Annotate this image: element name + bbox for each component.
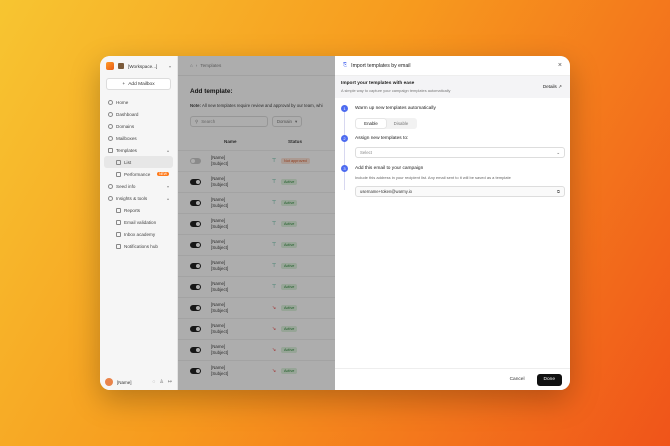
- sidebar-item-mailboxes[interactable]: Mailboxes: [100, 132, 177, 144]
- sidebar-item-label: Notifications hub: [124, 243, 158, 249]
- sidebar-item-reports[interactable]: Reports: [100, 204, 177, 216]
- import-subtitle: A simple way to capture your campaign te…: [341, 88, 451, 93]
- user-name: [Name]: [117, 379, 132, 385]
- workspace-switcher[interactable]: [Workspace...] ▾: [100, 56, 177, 76]
- modal-title: Import templates by email: [351, 62, 411, 69]
- bell-icon: [116, 243, 121, 249]
- cancel-button[interactable]: Cancel: [504, 374, 531, 385]
- avatar[interactable]: [105, 378, 113, 386]
- logout-icon[interactable]: ↦: [168, 379, 172, 385]
- plus-icon: +: [122, 81, 126, 87]
- user-icon[interactable]: ♙: [159, 379, 163, 385]
- dashboard-icon: [108, 111, 113, 117]
- copy-icon[interactable]: ⧉: [557, 189, 560, 194]
- sidebar-item-label: Seed info: [116, 183, 136, 189]
- close-icon[interactable]: ×: [558, 62, 562, 69]
- new-badge: NEW: [157, 172, 169, 176]
- app-logo: [106, 62, 114, 70]
- sidebar-item-label: Domains: [116, 123, 135, 129]
- sidebar-item-home[interactable]: Home: [100, 96, 177, 108]
- globe-icon: [108, 123, 113, 129]
- sidebar-item-seed-info[interactable]: Seed info ▾: [100, 180, 177, 192]
- chevron-down-icon: ⌄: [556, 149, 560, 155]
- import-icon: ⎘: [343, 62, 348, 68]
- step-3-title: Add this email to your campaign: [355, 166, 424, 171]
- disable-option[interactable]: Disable: [386, 119, 416, 128]
- step-3-description: Include this address in your recipient l…: [355, 175, 511, 180]
- add-mailbox-label: Add Mailbox: [128, 81, 155, 87]
- user-bar: [Name] ◌ ♙ ↦: [105, 378, 172, 386]
- sidebar-item-label: Insights & tools: [116, 195, 148, 201]
- check-icon: [116, 219, 121, 225]
- sidebar: [Workspace...] ▾ + Add Mailbox Home Dash…: [100, 56, 178, 390]
- campaign-email-value: username+token@warmy.io: [360, 189, 413, 194]
- workspace-icon: [118, 63, 124, 69]
- sidebar-item-domains[interactable]: Domains: [100, 120, 177, 132]
- sidebar-item-inbox-academy[interactable]: Inbox academy: [100, 228, 177, 240]
- chart-icon: [116, 171, 121, 177]
- sidebar-item-performance[interactable]: Performance NEW: [100, 168, 177, 180]
- enable-option[interactable]: Enable: [356, 119, 386, 128]
- campaign-email-field[interactable]: username+token@warmy.io ⧉: [355, 186, 565, 197]
- assign-select[interactable]: Select ⌄: [355, 147, 565, 158]
- sidebar-item-insights[interactable]: Insights & tools ▴: [100, 192, 177, 204]
- import-templates-modal: ⎘ Import templates by email × Import you…: [335, 56, 570, 390]
- sidebar-item-label: Mailboxes: [116, 135, 137, 141]
- step-2-title: Assign new templates to:: [355, 136, 409, 141]
- sidebar-item-templates[interactable]: Templates ▴: [100, 144, 177, 156]
- chevron-up-icon: ▴: [166, 147, 169, 153]
- seed-icon: [108, 183, 113, 189]
- sidebar-item-label: Dashboard: [116, 111, 139, 117]
- sidebar-item-email-validation[interactable]: Email validation: [100, 216, 177, 228]
- import-title: Import your templates with ease: [341, 81, 415, 86]
- sidebar-item-list[interactable]: List: [104, 156, 173, 168]
- sidebar-item-label: Inbox academy: [124, 231, 156, 237]
- sidebar-item-dashboard[interactable]: Dashboard: [100, 108, 177, 120]
- academy-icon: [116, 231, 121, 237]
- sidebar-item-label: List: [124, 159, 132, 165]
- select-placeholder: Select: [360, 150, 372, 155]
- warmup-toggle: Enable Disable: [355, 118, 417, 129]
- modal-footer: Cancel Done: [335, 368, 570, 390]
- chevron-up-icon: ▴: [166, 195, 169, 201]
- workspace-name: [Workspace...]: [128, 63, 158, 69]
- sidebar-item-label: Reports: [124, 207, 141, 213]
- sidebar-item-label: Templates: [116, 147, 137, 153]
- app-window: [Workspace...] ▾ + Add Mailbox Home Dash…: [100, 56, 570, 390]
- details-label: Details: [542, 84, 557, 89]
- home-icon: [108, 99, 113, 105]
- templates-icon: [108, 147, 113, 153]
- chevron-down-icon: ▾: [166, 183, 169, 189]
- modal-header: ⎘ Import templates by email ×: [335, 56, 570, 76]
- sidebar-item-notifications-hub[interactable]: Notifications hub: [100, 240, 177, 252]
- steps-connector: [344, 110, 345, 190]
- list-icon: [116, 159, 121, 165]
- chat-icon[interactable]: ◌: [152, 379, 155, 385]
- step-2-marker: 2: [341, 135, 348, 142]
- insights-icon: [108, 195, 113, 201]
- step-3-marker: 3: [341, 165, 348, 172]
- step-1-marker: 1: [341, 105, 348, 112]
- import-info-banner: Import your templates with ease A simple…: [335, 76, 570, 98]
- external-link-icon: ↗: [558, 84, 562, 89]
- sidebar-item-label: Email validation: [124, 219, 157, 225]
- details-link[interactable]: Details ↗: [543, 84, 562, 90]
- done-button[interactable]: Done: [536, 373, 562, 386]
- chevron-down-icon: ▾: [168, 63, 171, 69]
- sidebar-item-label: Home: [116, 99, 129, 105]
- step-1-title: Warm up new templates automatically: [355, 106, 436, 111]
- report-icon: [116, 207, 121, 213]
- add-mailbox-button[interactable]: + Add Mailbox: [106, 78, 171, 90]
- mailbox-icon: [108, 135, 113, 141]
- sidebar-item-label: Performance: [124, 171, 151, 177]
